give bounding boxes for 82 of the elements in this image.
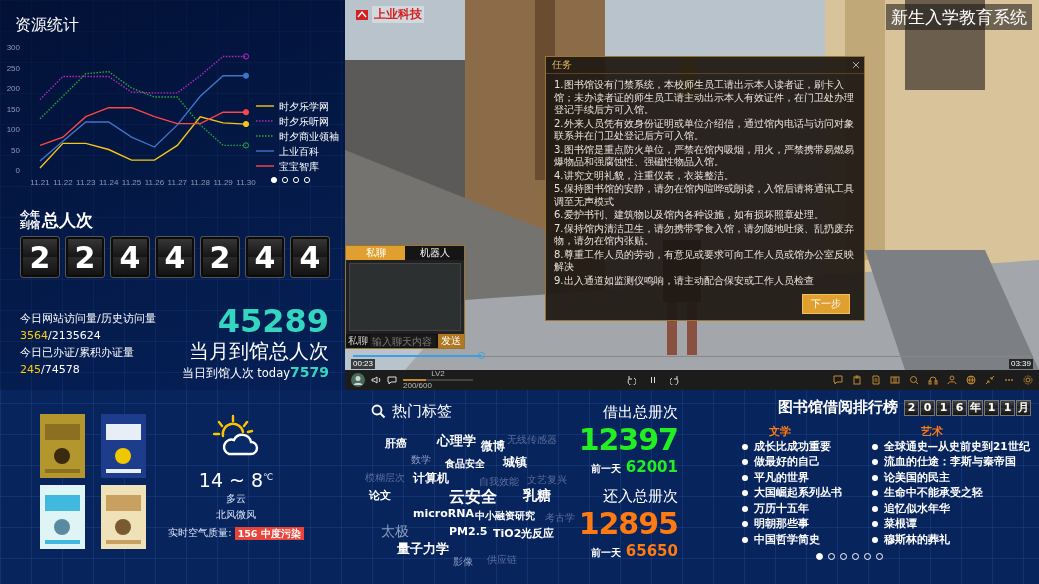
panel-title: 资源统计 — [14, 14, 79, 36]
axis-label: 11.25 — [121, 178, 142, 187]
rule-text: 7.保持馆内清洁卫生，请勿携带零食入馆，请勿随地吐痰、乱扔废弃物，请勿在馆内张贴。 — [554, 222, 855, 248]
rule-text: 1.图书馆设有门禁系统，本校师生员工请出示本人读者证，刷卡入馆；未办读者证的师生员工请主动出示本人有效证件，在门卫处办理登记手续后方可入馆。 — [554, 79, 855, 117]
air-quality-label: 实时空气质量: — [168, 526, 232, 541]
axis-label: 11.22 — [53, 178, 73, 187]
axis-label: 11.23 — [76, 178, 96, 187]
legend-label: 上业百科 — [279, 146, 319, 157]
previous-day-label: 前一天 — [590, 462, 621, 476]
date-tile: 2 — [904, 399, 919, 416]
rule-text: 8.尊重工作人员的劳动，有意见或要求可向工作人员或馆办公室反映解决 — [554, 248, 855, 274]
legend-label: 时夕乐学网 — [279, 101, 329, 112]
today-visits: 当日到馆人次 today7579 — [181, 364, 329, 381]
channel-label: 私聊 — [347, 334, 368, 348]
date-tile: 年 — [968, 399, 983, 416]
date-tile: 1 — [936, 399, 951, 416]
previous-day-value: 65650 — [625, 542, 678, 560]
previous-day-value: 62001 — [625, 458, 678, 476]
axis-label: 0 — [15, 166, 20, 175]
loan-title: 借出总册次 — [603, 402, 678, 422]
axis-label: 11.28 — [190, 178, 210, 187]
rule-text: 6.爱护书刊、建筑物以及馆内各种设施，如有损坏照章处理。 — [554, 209, 825, 222]
legend-label: 宝宝智库 — [279, 161, 319, 172]
wind-text: 北风微风 — [216, 508, 256, 523]
digit-tile: 4 — [290, 236, 330, 278]
stat-label: 今日已办证/累积办证量 — [20, 346, 135, 359]
axis-label: 11.27 — [167, 178, 188, 187]
loan-total: 12895 — [578, 506, 678, 542]
monthly-label: 当月到馆总人次 — [189, 338, 329, 364]
loan-title: 还入总册次 — [603, 486, 678, 506]
logo-text: 上业科技 — [372, 6, 424, 23]
date-tile: 1 — [984, 399, 999, 416]
digit-tile: 2 — [20, 236, 60, 278]
legend-label: 时夕乐听网 — [279, 116, 329, 127]
stat-value: 245/74578 — [20, 363, 81, 376]
stat-label: 今日网站访问量/历史访问量 — [20, 312, 156, 325]
previous-day-label: 前一天 — [590, 546, 621, 560]
category-title: 文学 — [768, 424, 791, 439]
rule-text: 4.讲究文明礼貌，注重仪表，衣装整洁。 — [554, 169, 735, 182]
stat-value: 3564/2135624 — [20, 329, 102, 342]
rule-text: 3.图书馆是重点防火单位，严禁在馆内吸烟，用火，严禁携带易燃易爆物品和强腐蚀性、强磁性物品入馆。 — [554, 143, 855, 169]
axis-label: 11.26 — [144, 178, 165, 187]
rule-text: 5.保持图书馆的安静，请勿在馆内喧哗或朗读，入馆后请将通讯工具调至无声模式 — [554, 183, 855, 208]
weather-desc: 多云 — [226, 492, 246, 507]
date-tile: 1 — [1000, 399, 1015, 416]
digit-tile: 4 — [110, 236, 150, 278]
digit-tile: 4 — [155, 236, 195, 278]
axis-label: 50 — [11, 145, 20, 155]
counter-title: 总人次 — [42, 210, 93, 230]
digit-tile: 2 — [65, 236, 105, 278]
caption-text: 到馆 — [20, 220, 40, 230]
date-tile: 0 — [920, 399, 935, 416]
digit-tile: 4 — [245, 236, 285, 278]
date-tile: 月 — [1016, 399, 1031, 416]
dialog-title: 任务 — [552, 58, 572, 72]
experience-text: 200/600 — [403, 382, 433, 390]
category-title: 艺术 — [920, 424, 943, 439]
monthly-total: 45289 — [217, 304, 329, 338]
digit-tile: 2 — [200, 236, 240, 278]
rule-text: 2.外来人员凭有效身份证明或单位介绍信，通过馆内电话与访问对象联系并在门卫处登记后方可入馆。 — [554, 117, 855, 143]
section-title: 热门标签 — [392, 402, 452, 421]
rule-text: 9.出入通道如监测仪鸣响，请主动配合保安或工作人员检查 — [554, 274, 815, 287]
loan-total: 12397 — [578, 422, 678, 458]
duration-time: 03:39 — [1008, 359, 1033, 369]
board-title: 图书馆借阅排行榜 — [778, 398, 898, 417]
date-tile: 6 — [952, 399, 967, 416]
axis-label: 11.29 — [213, 178, 233, 187]
axis-label: 250 — [6, 63, 20, 73]
user-level: LV2 — [431, 370, 445, 378]
legend-label: 时夕商业领袖 — [279, 131, 339, 142]
system-title: 新生入学教育系统 — [886, 4, 1032, 30]
elapsed-time: 00:23 — [351, 359, 376, 369]
air-quality-badge: 156 中度污染 — [234, 526, 304, 540]
axis-label: 200 — [6, 84, 20, 93]
axis-label: 11.30 — [236, 178, 256, 187]
axis-label: 150 — [6, 104, 20, 114]
temperature: 14 ~ 8$^{℃}$ — [198, 468, 274, 492]
axis-label: 100 — [6, 125, 20, 134]
axis-label: 11.21 — [30, 178, 50, 187]
axis-label: 11.24 — [98, 178, 119, 187]
axis-label: 300 — [6, 43, 20, 52]
caption-text: 今年 — [20, 210, 40, 220]
